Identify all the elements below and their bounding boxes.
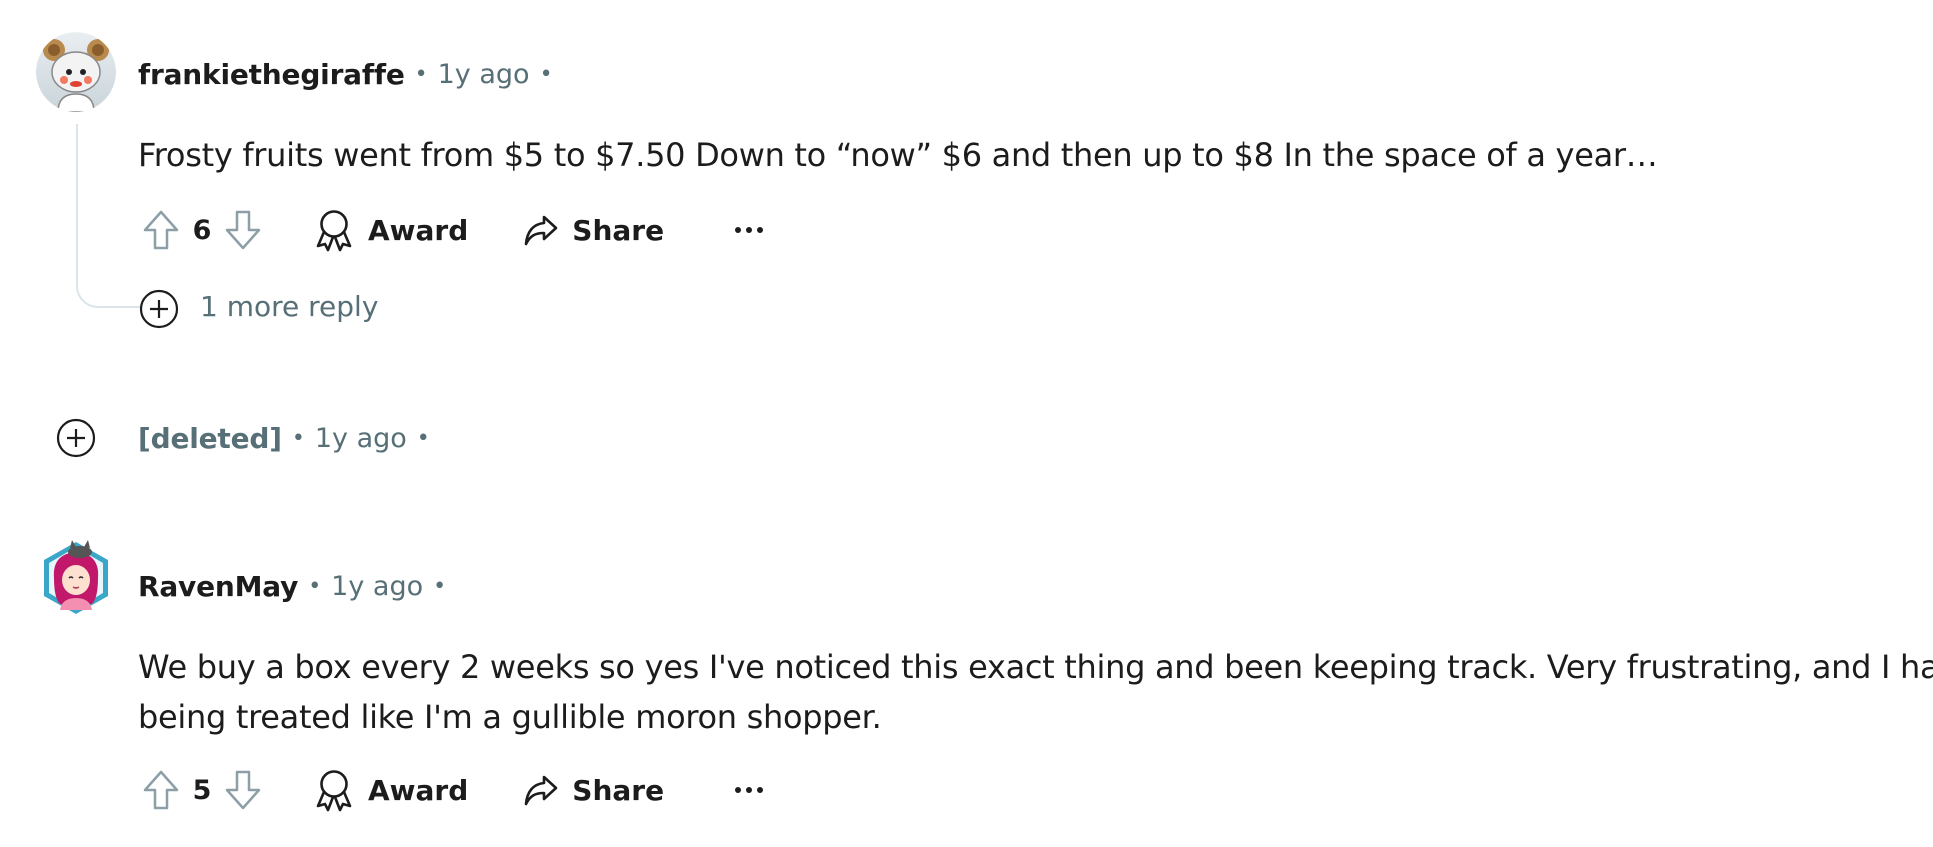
separator-dot: • xyxy=(291,425,305,451)
username[interactable]: frankiethegiraffe xyxy=(138,58,405,91)
comment-body-line: We buy a box every 2 weeks so yes I've n… xyxy=(138,648,1933,686)
username[interactable]: RavenMay xyxy=(138,570,298,603)
vote-count: 6 xyxy=(192,214,212,246)
comment-body: Frosty fruits went from $5 to $7.50 Down… xyxy=(138,136,1658,174)
more-replies-link[interactable]: 1 more reply xyxy=(200,290,378,323)
username: [deleted] xyxy=(138,421,282,455)
avatar-frankiethegiraffe[interactable] xyxy=(36,32,116,112)
award-label: Award xyxy=(368,213,469,247)
award-ribbon-icon xyxy=(316,210,352,252)
share-button[interactable]: Share xyxy=(524,205,664,255)
more-options-button[interactable] xyxy=(724,765,774,815)
share-button[interactable]: Share xyxy=(524,765,664,815)
plus-circle-icon xyxy=(139,289,179,329)
comment-meta: frankiethegiraffe • 1y ago • xyxy=(138,54,563,94)
upvote-button[interactable] xyxy=(138,765,184,815)
ellipsis-icon xyxy=(735,787,764,793)
arrow-up-outline-icon xyxy=(143,770,179,810)
share-arrow-icon xyxy=(524,775,558,806)
comment-body: We buy a box every 2 weeks so yes I've n… xyxy=(138,642,1933,742)
ellipsis-icon xyxy=(735,227,764,233)
share-arrow-icon xyxy=(524,215,558,246)
arrow-down-outline-icon xyxy=(225,770,261,810)
award-label: Award xyxy=(368,773,469,807)
comment-actions: 5 Award Share xyxy=(138,765,774,815)
timestamp[interactable]: 1y ago xyxy=(315,423,407,454)
comment-meta: [deleted] • 1y ago • xyxy=(138,418,440,458)
plus-circle-icon xyxy=(56,418,96,458)
award-button[interactable]: Award xyxy=(314,765,468,815)
expand-comment-button[interactable] xyxy=(56,418,96,458)
timestamp[interactable]: 1y ago xyxy=(331,571,423,602)
more-options-button[interactable] xyxy=(724,205,774,255)
arrow-down-outline-icon xyxy=(225,210,261,250)
comment-actions: 6 Award Share xyxy=(138,205,774,255)
share-label: Share xyxy=(572,773,665,807)
expand-replies-button[interactable] xyxy=(139,289,179,329)
comment-meta: RavenMay • 1y ago • xyxy=(138,566,456,606)
separator-dot: • xyxy=(539,61,553,87)
award-button[interactable]: Award xyxy=(314,205,468,255)
award-ribbon-icon xyxy=(316,770,352,812)
avatar-ravenmay[interactable] xyxy=(36,538,116,618)
vote-count: 5 xyxy=(192,774,212,806)
downvote-button[interactable] xyxy=(220,205,266,255)
upvote-button[interactable] xyxy=(138,205,184,255)
separator-dot: • xyxy=(308,573,322,599)
timestamp[interactable]: 1y ago xyxy=(438,59,530,90)
thread-line xyxy=(76,124,140,308)
separator-dot: • xyxy=(433,573,447,599)
share-label: Share xyxy=(572,213,665,247)
downvote-button[interactable] xyxy=(220,765,266,815)
separator-dot: • xyxy=(414,61,428,87)
arrow-up-outline-icon xyxy=(143,210,179,250)
comment-body-line: being treated like I'm a gullible moron … xyxy=(138,698,882,736)
separator-dot: • xyxy=(416,425,430,451)
